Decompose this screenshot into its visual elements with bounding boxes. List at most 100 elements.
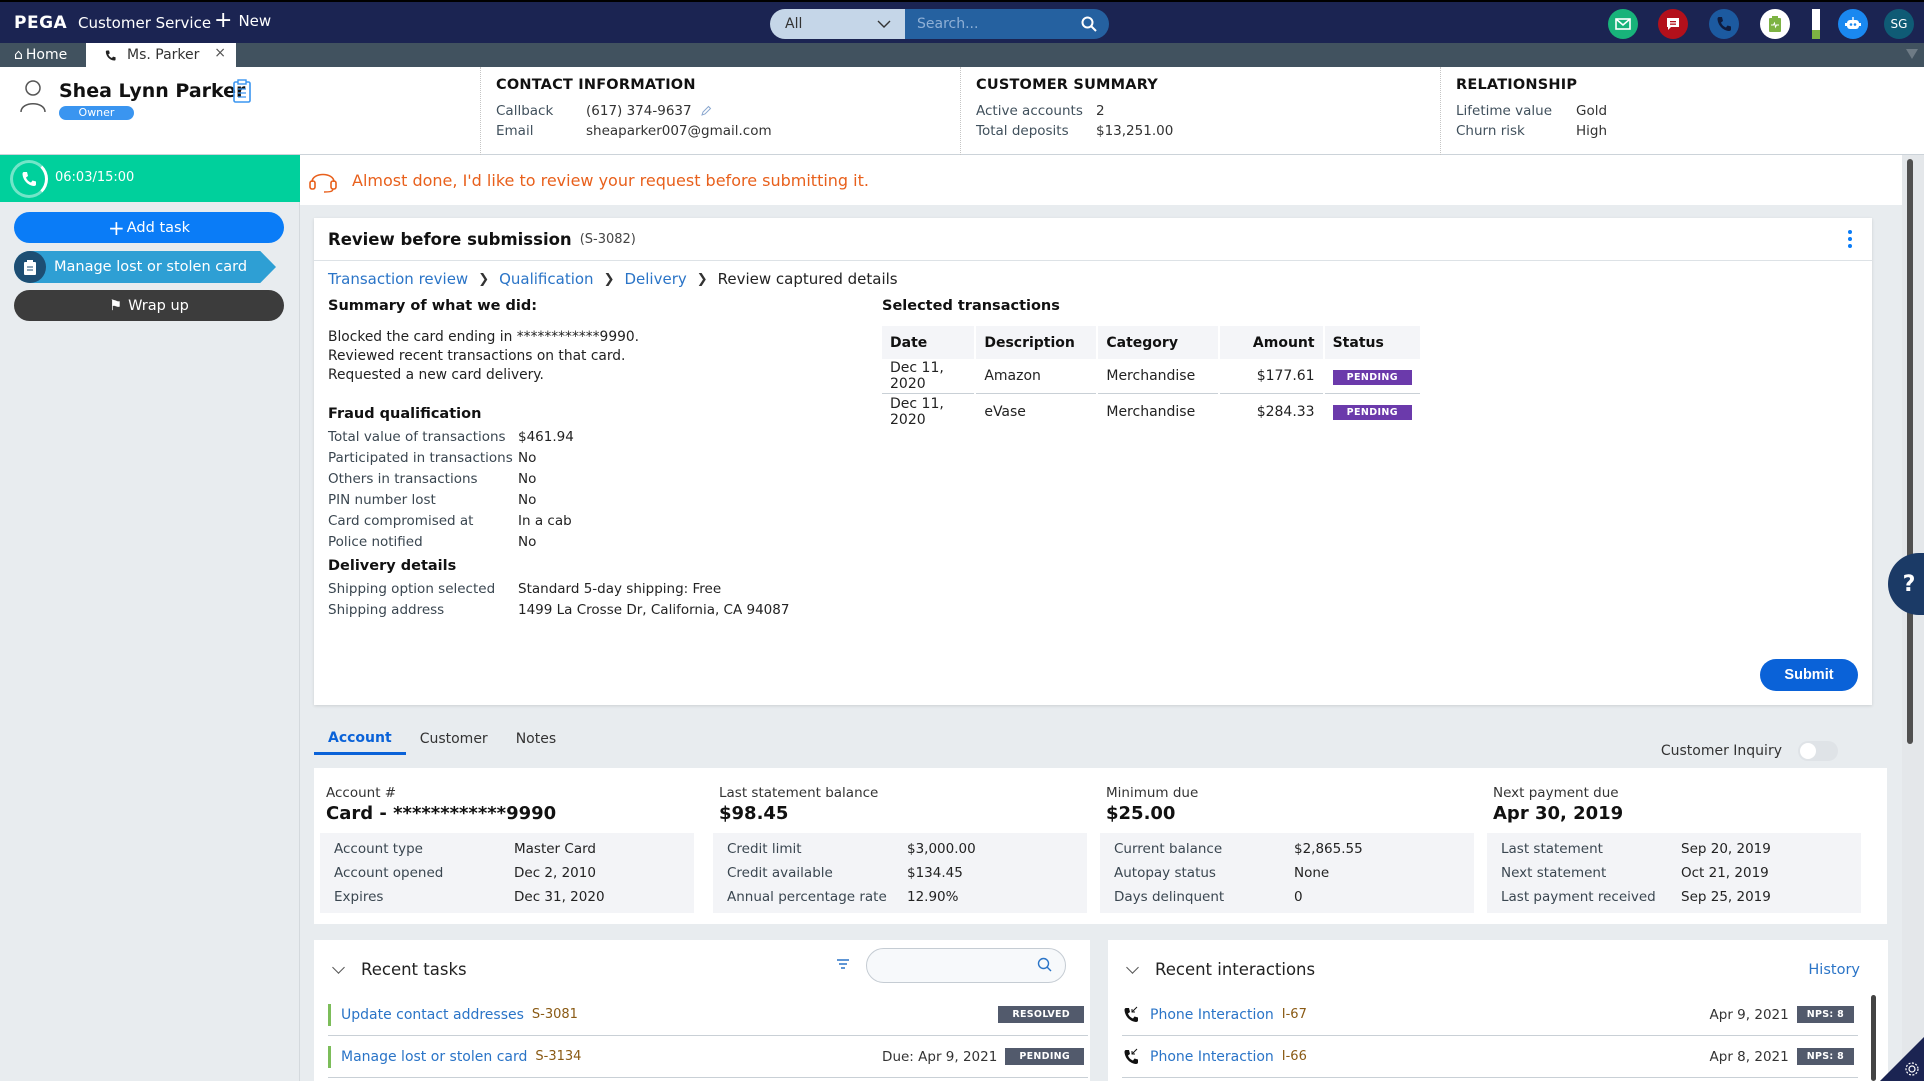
- fraud-value: No: [518, 470, 537, 487]
- fraud-row: Others in transactions No: [328, 468, 848, 489]
- close-icon[interactable]: ×: [214, 45, 226, 61]
- task-id: S-3134: [535, 1049, 582, 1064]
- search-input[interactable]: Search...: [905, 9, 1109, 39]
- scrollbar-thumb[interactable]: [1907, 159, 1913, 744]
- total-deposits-label: Total deposits: [976, 123, 1069, 139]
- history-link[interactable]: History: [1808, 962, 1860, 978]
- detail-value: Master Card: [514, 841, 596, 857]
- submit-button[interactable]: Submit: [1760, 659, 1858, 691]
- detail-value: $3,000.00: [907, 841, 976, 857]
- current-task-button[interactable]: Manage lost or stolen card: [14, 251, 276, 283]
- churn-risk-label: Churn risk: [1456, 123, 1525, 139]
- task-link[interactable]: Manage lost or stolen card: [341, 1049, 527, 1065]
- breadcrumb-qualification[interactable]: Qualification: [499, 270, 593, 288]
- add-task-button[interactable]: + Add task: [14, 212, 284, 243]
- interaction-link[interactable]: Phone Interaction: [1150, 1007, 1274, 1023]
- customer-inquiry-toggle[interactable]: [1798, 741, 1838, 761]
- recent-interactions-header[interactable]: Recent interactions: [1126, 960, 1315, 979]
- account-tabs: Account Customer Notes: [314, 723, 570, 755]
- person-icon: [20, 80, 46, 113]
- active-accounts-label: Active accounts: [976, 103, 1083, 119]
- customer-inquiry-label: Customer Inquiry: [1660, 743, 1782, 759]
- new-button[interactable]: + New: [214, 10, 272, 32]
- plus-icon: +: [108, 215, 125, 240]
- col-description[interactable]: Description: [976, 326, 1097, 359]
- statement-detail-box: Credit limit $3,000.00 Credit available $1…: [713, 833, 1087, 913]
- chat-icon[interactable]: [1658, 9, 1688, 39]
- tab-overflow-icon[interactable]: [1906, 49, 1918, 59]
- statement-label: Last statement balance: [719, 785, 879, 801]
- chevron-down-icon: [1126, 960, 1139, 974]
- coaching-banner: Almost done, I'd like to review your req…: [300, 155, 1902, 205]
- contact-information: CONTACT INFORMATION Callback (617) 374-96…: [480, 67, 960, 155]
- task-link[interactable]: Update contact addresses: [341, 1007, 524, 1023]
- clipboard-pulse-icon[interactable]: [1760, 9, 1790, 39]
- email-value: sheaparker007@gmail.com: [586, 123, 772, 139]
- search-placeholder: Search...: [917, 16, 979, 32]
- list-item: Update contact addresses S-3081 RESOLVED: [328, 994, 1088, 1036]
- email-icon[interactable]: [1608, 9, 1638, 39]
- interaction-link[interactable]: Phone Interaction: [1150, 1049, 1274, 1065]
- tx-date: Dec 11, 2020: [890, 395, 944, 428]
- review-title: Review before submission: [328, 229, 572, 249]
- bot-icon[interactable]: [1838, 9, 1868, 39]
- detail-value: $2,865.55: [1294, 841, 1363, 857]
- recent-tasks-header[interactable]: Recent tasks: [332, 960, 467, 979]
- new-label: New: [238, 12, 272, 30]
- col-status[interactable]: Status: [1324, 326, 1420, 359]
- tab-home[interactable]: ⌂ Home: [0, 43, 81, 67]
- detail-value: None: [1294, 865, 1330, 881]
- col-category[interactable]: Category: [1098, 326, 1219, 359]
- relationship-title: RELATIONSHIP: [1456, 77, 1578, 93]
- tab-notes[interactable]: Notes: [502, 723, 570, 755]
- main-scrollbar[interactable]: [1902, 155, 1924, 1081]
- interaction-date: Apr 8, 2021: [1709, 1048, 1789, 1065]
- more-actions-icon[interactable]: [1848, 230, 1852, 248]
- detail-label: Account opened: [334, 865, 444, 881]
- status-bar: [328, 1045, 331, 1068]
- breadcrumb-transaction-review[interactable]: Transaction review: [328, 270, 468, 288]
- tx-category: Merchandise: [1098, 359, 1219, 394]
- inbound-call-icon: [1124, 1006, 1138, 1022]
- tasks-search-input[interactable]: [866, 948, 1066, 983]
- timer-text: 06:03/15:00: [55, 170, 135, 185]
- detail-label: Expires: [334, 889, 384, 905]
- wrap-up-button[interactable]: ⚑ Wrap up: [14, 290, 284, 321]
- summary-line: Reviewed recent transactions on that car…: [328, 348, 626, 364]
- col-date[interactable]: Date: [882, 326, 975, 359]
- fraud-heading: Fraud qualification: [328, 406, 482, 422]
- pega-logo[interactable]: PEGA: [14, 13, 67, 33]
- tab-customer[interactable]: Customer: [406, 723, 502, 755]
- user-avatar[interactable]: SG: [1884, 9, 1914, 39]
- search-scope-value: All: [785, 16, 803, 32]
- detail-label: Next statement: [1501, 865, 1607, 881]
- breadcrumb-delivery[interactable]: Delivery: [624, 270, 686, 288]
- search-scope-select[interactable]: All: [770, 9, 905, 39]
- tab-ms-parker[interactable]: Ms. Parker ×: [86, 43, 236, 67]
- tab-account[interactable]: Account: [314, 723, 406, 755]
- status-badge: PENDING: [1005, 1048, 1084, 1065]
- fraud-row: PIN number lost No: [328, 489, 848, 510]
- clipboard-icon[interactable]: [232, 79, 252, 103]
- detail-value: Oct 21, 2019: [1681, 865, 1769, 881]
- detail-value: 0: [1294, 889, 1303, 905]
- edit-pencil-icon[interactable]: [700, 105, 712, 117]
- minimum-due-detail-box: Current balance $2,865.55 Autopay status N…: [1100, 833, 1474, 913]
- interactions-scrollbar[interactable]: [1871, 995, 1876, 1081]
- detail-label: Last payment received: [1501, 889, 1656, 905]
- col-amount[interactable]: Amount: [1220, 326, 1323, 359]
- email-label: Email: [496, 123, 534, 139]
- fraud-row: Police notified No: [328, 531, 848, 552]
- search-icon[interactable]: [1081, 16, 1097, 32]
- search-icon[interactable]: [1037, 957, 1053, 973]
- filter-icon[interactable]: [836, 957, 850, 971]
- coaching-message: Almost done, I'd like to review your req…: [352, 170, 869, 190]
- tab-home-label: Home: [25, 47, 68, 63]
- callback-value: (617) 374-9637: [586, 103, 692, 119]
- delivery-value: 1499 La Crosse Dr, California, CA 94087: [518, 601, 790, 618]
- next-payment-label: Next payment due: [1493, 785, 1619, 801]
- task-id: S-3081: [531, 1007, 578, 1022]
- summary-title: CUSTOMER SUMMARY: [976, 77, 1158, 93]
- summary-line: Requested a new card delivery.: [328, 367, 544, 383]
- phone-icon[interactable]: [1709, 9, 1739, 39]
